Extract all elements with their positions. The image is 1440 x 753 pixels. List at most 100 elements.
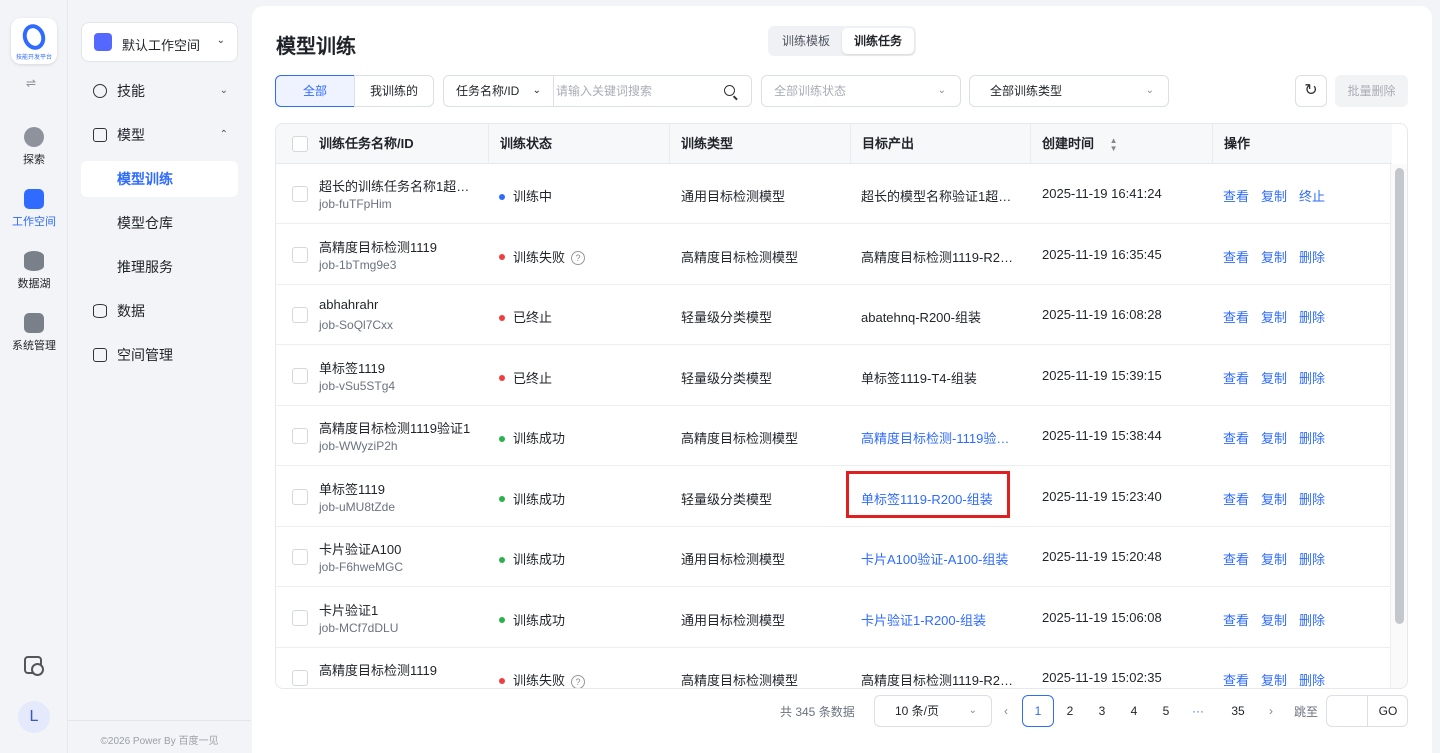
row-checkbox[interactable] bbox=[292, 670, 308, 686]
page-number[interactable]: 5 bbox=[1150, 695, 1182, 727]
rail-item-label: 工作空间 bbox=[12, 216, 56, 228]
menu-item-model-training[interactable]: 模型训练 bbox=[81, 161, 238, 197]
status-dot-icon bbox=[499, 677, 505, 684]
action-link[interactable]: 查看 bbox=[1223, 189, 1249, 204]
app-logo[interactable]: 技能开发平台 bbox=[11, 18, 57, 64]
select-all-checkbox[interactable] bbox=[292, 136, 308, 152]
scrollbar-thumb[interactable] bbox=[1395, 168, 1404, 624]
action-link[interactable]: 删除 bbox=[1299, 492, 1325, 507]
menu-item-data[interactable]: 数据 bbox=[81, 293, 238, 329]
page-number[interactable]: 35 bbox=[1222, 695, 1254, 727]
menu-item-model[interactable]: 模型 ⌃ bbox=[81, 117, 238, 153]
rail-item-workspace[interactable]: 工作空间 bbox=[0, 189, 68, 229]
row-checkbox[interactable] bbox=[292, 549, 308, 565]
action-link[interactable]: 查看 bbox=[1223, 673, 1249, 688]
row-checkbox[interactable] bbox=[292, 428, 308, 444]
action-link[interactable]: 查看 bbox=[1223, 371, 1249, 386]
page-ellipsis[interactable]: ··· bbox=[1182, 695, 1214, 727]
action-link[interactable]: 复制 bbox=[1261, 431, 1287, 446]
row-checkbox[interactable] bbox=[292, 609, 308, 626]
rail-item-explore[interactable]: 探索 bbox=[0, 127, 68, 167]
action-link[interactable]: 删除 bbox=[1299, 613, 1325, 628]
action-link[interactable]: 查看 bbox=[1223, 310, 1249, 325]
help-icon[interactable]: ? bbox=[571, 251, 586, 266]
help-icon[interactable]: ? bbox=[571, 674, 586, 688]
action-link[interactable]: 删除 bbox=[1299, 673, 1325, 688]
sort-icon[interactable]: ▲ ▼ bbox=[1110, 136, 1118, 153]
avatar[interactable]: L bbox=[18, 701, 50, 733]
search-input[interactable] bbox=[556, 77, 716, 105]
table-scrollbar[interactable] bbox=[1390, 164, 1407, 688]
status-dot-icon bbox=[499, 375, 505, 382]
row-checkbox[interactable] bbox=[292, 246, 308, 263]
row-checkbox[interactable] bbox=[292, 367, 308, 384]
menu-item-inference[interactable]: 推理服务 bbox=[81, 249, 238, 285]
swap-icon[interactable]: ⇌ bbox=[26, 76, 36, 90]
filter-all-button[interactable]: 全部 bbox=[275, 75, 355, 107]
tab-tasks[interactable]: 训练任务 bbox=[842, 28, 915, 54]
page-number[interactable]: 3 bbox=[1086, 695, 1118, 727]
action-link[interactable]: 查看 bbox=[1223, 250, 1249, 265]
action-link[interactable]: 删除 bbox=[1299, 431, 1325, 446]
action-link[interactable]: 复制 bbox=[1261, 613, 1287, 628]
page-number[interactable]: 4 bbox=[1118, 695, 1150, 727]
search-icon[interactable] bbox=[724, 85, 735, 96]
action-link[interactable]: 复制 bbox=[1261, 552, 1287, 567]
page-size-select[interactable]: 10 条/页 ⌄ bbox=[874, 695, 992, 727]
tab-templates[interactable]: 训练模板 bbox=[770, 28, 842, 54]
header-time[interactable]: 创建时间 ▲ ▼ bbox=[1030, 124, 1212, 164]
icon-rail: 技能开发平台 ⇌ 探索 工作空间 数据湖 系统管理 L bbox=[0, 0, 68, 753]
training-type: 通用目标检测模型 bbox=[681, 552, 786, 567]
task-id: job-1bTmg9e3 bbox=[319, 257, 397, 272]
row-actions: 查看 复制 删除 bbox=[1223, 247, 1337, 266]
workspace-selector[interactable]: 默认工作空间 ⌄ bbox=[81, 22, 238, 62]
action-link[interactable]: 复制 bbox=[1261, 189, 1287, 204]
status-cell: 已终止 bbox=[499, 368, 552, 387]
menu-item-space-admin[interactable]: 空间管理 bbox=[81, 337, 238, 373]
action-link[interactable]: 复制 bbox=[1261, 673, 1287, 688]
search-field-select[interactable]: 任务名称/ID ⌄ bbox=[444, 76, 554, 106]
next-page-button[interactable]: › bbox=[1263, 695, 1279, 727]
filter-mine-button[interactable]: 我训练的 bbox=[354, 75, 434, 107]
refresh-button[interactable]: ↻ bbox=[1295, 75, 1327, 107]
menu-item-label: 模型训练 bbox=[117, 171, 173, 187]
chevron-down-icon: ⌄ bbox=[532, 85, 541, 96]
row-checkbox[interactable] bbox=[292, 186, 308, 202]
menu-item-model-repo[interactable]: 模型仓库 bbox=[81, 205, 238, 241]
created-time: 2025-11-19 15:02:35 bbox=[1042, 670, 1162, 685]
action-link[interactable]: 查看 bbox=[1223, 492, 1249, 507]
page-number[interactable]: 2 bbox=[1054, 695, 1086, 727]
row-checkbox[interactable] bbox=[292, 488, 308, 505]
side-menu: 默认工作空间 ⌄ 技能 ⌄ 模型 ⌃ 模型训练 模型仓库 推理服务 数据 空间管… bbox=[68, 0, 251, 753]
type-select[interactable]: 全部训练类型 ⌄ bbox=[969, 75, 1169, 107]
batch-delete-button[interactable]: 批量删除 bbox=[1335, 75, 1408, 107]
action-link[interactable]: 删除 bbox=[1299, 250, 1325, 265]
action-link[interactable]: 删除 bbox=[1299, 552, 1325, 567]
training-type: 高精度目标检测模型 bbox=[681, 249, 799, 265]
prev-page-button[interactable]: ‹ bbox=[998, 695, 1014, 727]
menu-item-skills[interactable]: 技能 ⌄ bbox=[81, 73, 238, 109]
target-output[interactable]: 高精度目标检测-1119验证1-R200 bbox=[861, 428, 1017, 447]
target-output[interactable]: 卡片验证1-R200-组装 bbox=[861, 610, 1017, 629]
status-select[interactable]: 全部训练状态 ⌄ bbox=[761, 75, 961, 107]
action-link[interactable]: 删除 bbox=[1299, 310, 1325, 325]
action-link[interactable]: 复制 bbox=[1261, 371, 1287, 386]
action-link[interactable]: 终止 bbox=[1299, 189, 1325, 204]
status-dot-icon bbox=[499, 193, 505, 200]
target-output[interactable]: 单标签1119-R200-组装 bbox=[861, 489, 1017, 508]
go-button[interactable]: GO bbox=[1368, 696, 1408, 726]
action-link[interactable]: 查看 bbox=[1223, 552, 1249, 567]
action-link[interactable]: 复制 bbox=[1261, 310, 1287, 325]
chevron-down-icon: ⌄ bbox=[216, 35, 225, 46]
row-checkbox[interactable] bbox=[292, 307, 308, 323]
action-link[interactable]: 复制 bbox=[1261, 250, 1287, 265]
action-link[interactable]: 删除 bbox=[1299, 371, 1325, 386]
history-icon[interactable] bbox=[24, 656, 44, 676]
page-number[interactable]: 1 bbox=[1022, 695, 1054, 727]
action-link[interactable]: 查看 bbox=[1223, 431, 1249, 446]
action-link[interactable]: 复制 bbox=[1261, 492, 1287, 507]
rail-item-datalake[interactable]: 数据湖 bbox=[0, 251, 68, 291]
rail-item-system[interactable]: 系统管理 bbox=[0, 313, 68, 353]
action-link[interactable]: 查看 bbox=[1223, 613, 1249, 628]
target-output[interactable]: 卡片A100验证-A100-组装 bbox=[861, 549, 1017, 568]
